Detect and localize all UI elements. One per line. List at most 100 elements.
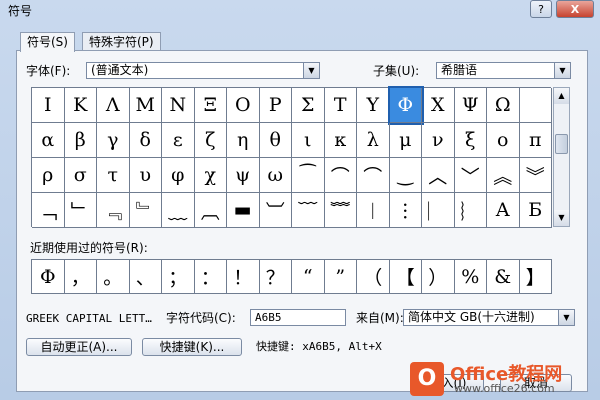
symbol-cell[interactable]: Ρ <box>259 88 292 123</box>
symbol-cell[interactable]: ﹃ <box>97 193 130 228</box>
symbol-cell[interactable]: ︹ <box>194 193 227 228</box>
symbol-cell[interactable]: ﹏ <box>162 193 195 228</box>
symbol-cell[interactable]: ﹁ <box>32 193 65 228</box>
recent-symbol-cell[interactable]: ） <box>422 260 455 294</box>
recent-symbol-cell[interactable]: ” <box>324 260 357 294</box>
symbol-cell[interactable]: ︴ <box>454 193 487 228</box>
recent-symbol-cell[interactable]: （ <box>357 260 390 294</box>
symbol-cell[interactable]: Κ <box>64 88 97 123</box>
watermark-url: www.office26.com <box>454 382 555 395</box>
symbol-cell[interactable]: ο <box>487 123 520 158</box>
tab-symbols[interactable]: 符号(S) <box>20 32 75 52</box>
symbol-cell[interactable]: ︾ <box>519 158 552 193</box>
recent-symbol-cell[interactable]: “ <box>292 260 325 294</box>
recent-symbol-cell[interactable]: ； <box>162 260 195 294</box>
char-code-input[interactable]: A6B5 <box>250 309 346 326</box>
symbol-cell[interactable]: ︱ <box>357 193 390 228</box>
symbol-cell[interactable]: υ <box>129 158 162 193</box>
chevron-down-icon[interactable]: ▼ <box>558 310 574 325</box>
symbol-cell[interactable]: ﹄ <box>129 193 162 228</box>
symbol-cell[interactable]: μ <box>389 123 422 158</box>
symbol-cell[interactable]: ︙ <box>389 193 422 228</box>
recent-symbol-cell[interactable]: & <box>487 260 520 294</box>
recent-symbol-cell[interactable]: % <box>454 260 487 294</box>
title-bar: 符号 ? X <box>0 0 600 20</box>
recent-symbol-cell[interactable]: 、 <box>129 260 162 294</box>
symbol-cell[interactable]: ⁀ <box>292 158 325 193</box>
symbol-cell[interactable]: ︳ <box>422 193 455 228</box>
help-button[interactable]: ? <box>530 0 552 18</box>
symbol-cell[interactable]: ν <box>422 123 455 158</box>
symbol-cell[interactable]: γ <box>97 123 130 158</box>
recent-symbol-cell[interactable]: 】 <box>519 260 552 294</box>
scroll-up-icon[interactable]: ▲ <box>554 88 569 104</box>
symbol-cell[interactable]: ﹀ <box>454 158 487 193</box>
symbol-cell[interactable]: Λ <box>97 88 130 123</box>
recent-symbol-cell[interactable]: 。 <box>97 260 130 294</box>
symbol-cell[interactable]: ﹋ <box>292 193 325 228</box>
recent-symbol-cell[interactable]: ！ <box>227 260 260 294</box>
symbol-cell[interactable]: σ <box>64 158 97 193</box>
symbol-cell[interactable]: β <box>64 123 97 158</box>
symbol-cell[interactable]: ζ <box>194 123 227 158</box>
symbol-cell[interactable]: ▬ <box>227 193 260 228</box>
recent-symbol-cell[interactable]: 【 <box>389 260 422 294</box>
symbol-cell[interactable]: А <box>487 193 520 228</box>
shortcut-key-button[interactable]: 快捷键(K)... <box>142 338 242 356</box>
recent-symbol-cell[interactable]: Φ <box>32 260 65 294</box>
symbol-cell[interactable]: Ω <box>487 88 520 123</box>
symbol-cell[interactable]: Ν <box>162 88 195 123</box>
chevron-down-icon[interactable]: ▼ <box>554 63 570 78</box>
symbol-cell[interactable]: ︽ <box>487 158 520 193</box>
symbol-cell[interactable]: ε <box>162 123 195 158</box>
symbol-cell[interactable]: Τ <box>324 88 357 123</box>
symbol-cell[interactable] <box>519 88 552 123</box>
symbol-cell[interactable]: χ <box>194 158 227 193</box>
symbol-cell[interactable]: ⌒ <box>324 158 357 193</box>
symbol-cell[interactable]: ︺ <box>259 193 292 228</box>
symbol-cell[interactable]: π <box>519 123 552 158</box>
chevron-down-icon[interactable]: ▼ <box>303 63 319 78</box>
symbol-cell[interactable]: α <box>32 123 65 158</box>
symbol-cell[interactable]: Б <box>519 193 552 228</box>
recent-symbol-cell[interactable]: ？ <box>259 260 292 294</box>
symbol-cell[interactable]: ξ <box>454 123 487 158</box>
symbol-cell[interactable]: ρ <box>32 158 65 193</box>
subset-select[interactable]: 希腊语 ▼ <box>436 62 571 79</box>
symbol-cell[interactable]: ι <box>292 123 325 158</box>
recent-symbol-cell[interactable]: ： <box>194 260 227 294</box>
symbol-cell[interactable]: Ι <box>32 88 65 123</box>
symbol-cell[interactable]: ψ <box>227 158 260 193</box>
close-button[interactable]: X <box>556 0 594 18</box>
symbol-cell[interactable]: Ψ <box>454 88 487 123</box>
symbol-cell[interactable]: τ <box>97 158 130 193</box>
symbol-cell[interactable]: ω <box>259 158 292 193</box>
symbol-grid-scrollbar[interactable]: ▲ ▼ <box>553 87 570 227</box>
symbol-cell[interactable]: λ <box>357 123 390 158</box>
symbol-cell[interactable]: Σ <box>292 88 325 123</box>
tab-special-characters[interactable]: 特殊字符(P) <box>82 32 161 51</box>
symbol-cell[interactable]: Υ <box>357 88 390 123</box>
font-select[interactable]: (普通文本) ▼ <box>86 62 320 79</box>
symbol-cell[interactable]: κ <box>324 123 357 158</box>
symbol-cell[interactable]: Ξ <box>194 88 227 123</box>
symbol-cell[interactable]: ︿ <box>422 158 455 193</box>
symbol-cell[interactable]: δ <box>129 123 162 158</box>
symbol-cell[interactable]: ‿ <box>389 158 422 193</box>
symbol-cell[interactable]: φ <box>162 158 195 193</box>
symbol-cell[interactable]: Μ <box>129 88 162 123</box>
symbol-cell[interactable]: ⌒ <box>357 158 390 193</box>
symbol-cell[interactable]: Ο <box>227 88 260 123</box>
scroll-thumb[interactable] <box>555 134 568 154</box>
office-logo-icon: O <box>410 362 444 396</box>
symbol-cell[interactable]: θ <box>259 123 292 158</box>
symbol-cell[interactable]: Χ <box>422 88 455 123</box>
symbol-cell[interactable]: η <box>227 123 260 158</box>
autocorrect-button[interactable]: 自动更正(A)... <box>26 338 132 356</box>
recent-symbol-cell[interactable]: ， <box>64 260 97 294</box>
symbol-cell[interactable]: ﹂ <box>64 193 97 228</box>
from-select[interactable]: 简体中文 GB(十六进制) ▼ <box>403 309 575 326</box>
symbol-cell[interactable]: ﹌ <box>324 193 357 228</box>
scroll-down-icon[interactable]: ▼ <box>554 210 569 226</box>
symbol-cell[interactable]: Φ <box>387 86 424 125</box>
